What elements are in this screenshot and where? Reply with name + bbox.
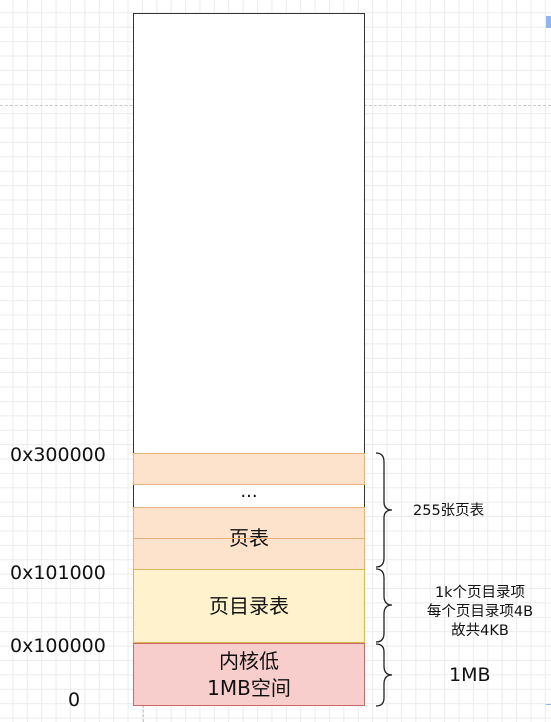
address-0x100000: 0x100000 bbox=[10, 635, 106, 657]
ellipsis-label: ... bbox=[240, 481, 258, 502]
brace-page-directory bbox=[375, 568, 393, 643]
kernel-block: 内核低 1MB空间 bbox=[133, 643, 365, 706]
page-table-divider bbox=[133, 538, 365, 539]
kernel-label-line2: 1MB空间 bbox=[207, 675, 291, 700]
annotation-page-tables: 255张页表 bbox=[413, 503, 485, 519]
annotation-page-directory: 1k个页目录项 每个页目录项4B 故共4KB bbox=[405, 584, 551, 641]
address-0x101000: 0x101000 bbox=[10, 562, 106, 584]
page-directory-label: 页目录表 bbox=[209, 593, 289, 618]
annotation-page-directory-line3: 故共4KB bbox=[451, 623, 509, 639]
selection-marker bbox=[546, 16, 551, 28]
selection-tick bbox=[546, 704, 551, 705]
ellipsis-block: ... bbox=[133, 481, 365, 507]
brace-page-tables bbox=[375, 452, 393, 568]
kernel-label-line1: 内核低 bbox=[219, 648, 279, 673]
page-directory-block: 页目录表 bbox=[133, 569, 365, 643]
annotation-page-directory-line2: 每个页目录项4B bbox=[426, 604, 534, 620]
annotation-kernel: 1MB bbox=[449, 664, 491, 686]
braces-svg bbox=[375, 452, 393, 707]
brace-kernel bbox=[375, 643, 393, 707]
address-0: 0 bbox=[68, 689, 81, 711]
address-0x300000: 0x300000 bbox=[10, 444, 106, 466]
annotation-page-directory-line1: 1k个页目录项 bbox=[434, 585, 526, 601]
